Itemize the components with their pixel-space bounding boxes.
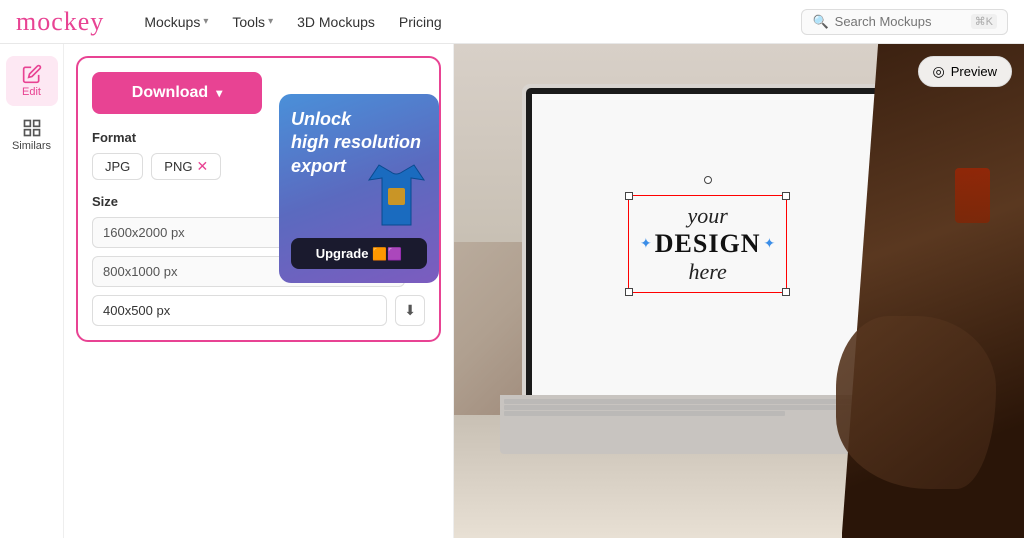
search-shortcut: ⌘K: [971, 14, 997, 29]
format-jpg-button[interactable]: JPG: [92, 153, 143, 180]
rotate-handle[interactable]: [704, 176, 712, 184]
canvas-area: your ✦ DESIGN ✦ here: [454, 44, 1024, 538]
laptop-lid: your ✦ DESIGN ✦ here: [522, 84, 893, 405]
screen-bezel: your ✦ DESIGN ✦ here: [526, 88, 889, 401]
chevron-down-icon: ▾: [216, 86, 222, 100]
laptop-background: your ✦ DESIGN ✦ here: [454, 44, 1024, 538]
preview-button[interactable]: ◎ Preview: [918, 56, 1012, 87]
nav-mockups[interactable]: Mockups ▾: [144, 14, 208, 30]
chevron-down-icon: ▾: [203, 16, 208, 27]
handle-br[interactable]: [782, 288, 790, 296]
star-left-icon: ✦: [640, 236, 652, 253]
handle-bl[interactable]: [625, 288, 633, 296]
handle-tr[interactable]: [782, 192, 790, 200]
search-bar[interactable]: 🔍 ⌘K: [801, 9, 1008, 35]
search-input[interactable]: [835, 14, 965, 29]
upgrade-button[interactable]: Upgrade 🟧🟪: [291, 238, 427, 269]
nav-tools[interactable]: Tools ▾: [232, 14, 273, 30]
nav-pricing[interactable]: Pricing: [399, 14, 442, 30]
main-layout: Edit Similars Download ▾ Format JPG PNG: [0, 44, 1024, 538]
design-main-row: ✦ DESIGN ✦: [640, 229, 775, 259]
design-main-text: DESIGN: [655, 229, 761, 259]
navbar: mockey Mockups ▾ Tools ▾ 3D Mockups Pric…: [0, 0, 1024, 44]
grid-icon: [22, 118, 42, 138]
sidebar-icons: Edit Similars: [0, 44, 64, 538]
search-icon: 🔍: [812, 14, 828, 30]
size-free-input[interactable]: [92, 295, 387, 326]
drink-cup: [955, 168, 990, 223]
upgrade-emojis: 🟧🟪: [372, 247, 402, 261]
screen-display: your ✦ DESIGN ✦ here: [532, 94, 883, 395]
sidebar-item-similars-label: Similars: [12, 140, 51, 152]
download-button[interactable]: Download ▾: [92, 72, 262, 114]
design-text: your ✦ DESIGN ✦ here: [640, 203, 775, 285]
nav-3d-mockups[interactable]: 3D Mockups: [297, 14, 375, 30]
upgrade-card: Unlock high resolution export Upgrade 🟧🟪: [279, 94, 439, 283]
shirt-illustration: [364, 160, 429, 235]
panel-inner: Download ▾ Format JPG PNG ✕ Size ✕: [76, 56, 441, 342]
size-row-free: ⬇: [92, 295, 425, 326]
person-hand: [836, 316, 996, 489]
edit-icon: [22, 64, 42, 84]
brand-logo[interactable]: mockey: [16, 7, 104, 37]
format-png-button[interactable]: PNG ✕: [151, 153, 221, 180]
star-right-icon: ✦: [763, 236, 775, 253]
close-icon[interactable]: ✕: [196, 158, 208, 175]
handle-tl[interactable]: [625, 192, 633, 200]
download-panel: Download ▾ Format JPG PNG ✕ Size ✕: [64, 44, 454, 538]
sidebar-item-similars[interactable]: Similars: [6, 110, 58, 160]
eye-icon: ◎: [933, 63, 945, 80]
sidebar-item-edit-label: Edit: [22, 86, 41, 98]
chevron-down-icon: ▾: [268, 16, 273, 27]
design-here-text: here: [640, 259, 775, 285]
sidebar-item-edit[interactable]: Edit: [6, 56, 58, 106]
download-free-button[interactable]: ⬇: [395, 295, 425, 326]
design-your-text: your: [640, 203, 775, 229]
